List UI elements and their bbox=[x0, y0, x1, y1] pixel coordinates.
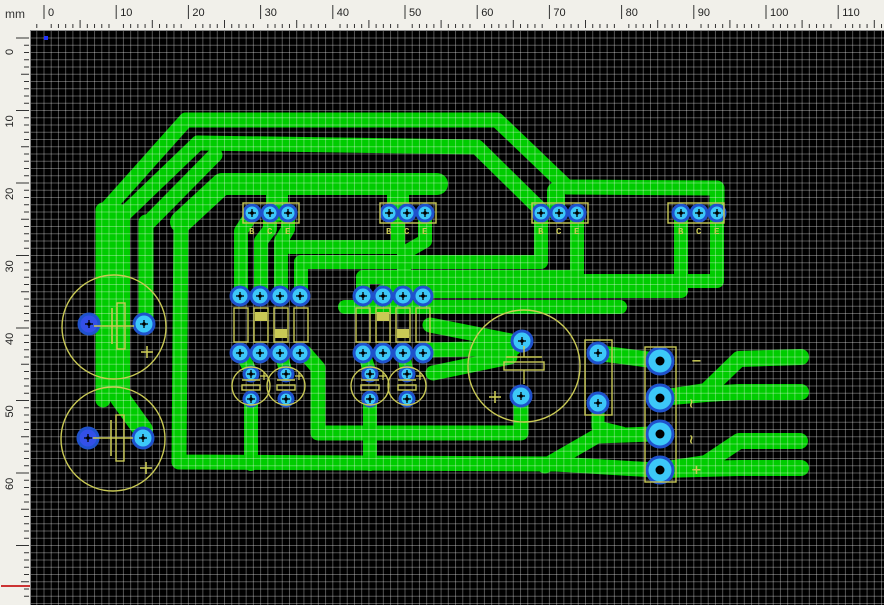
ruler-label: 20 bbox=[4, 188, 16, 200]
pad[interactable] bbox=[412, 285, 434, 307]
ruler-label: 10 bbox=[4, 115, 16, 127]
transistor-pin-label: B bbox=[249, 227, 255, 237]
pad[interactable] bbox=[132, 312, 156, 336]
pad[interactable] bbox=[509, 384, 533, 408]
transistor-pin-label: C bbox=[556, 227, 562, 237]
pad[interactable] bbox=[372, 342, 394, 364]
transistor-pin-label: B bbox=[678, 227, 684, 237]
pad[interactable] bbox=[372, 285, 394, 307]
transistor-pin-label: C bbox=[696, 227, 702, 237]
ruler-label: 10 bbox=[120, 7, 132, 19]
pad[interactable] bbox=[549, 203, 569, 223]
top-ruler: 0 10 20 30 40 50 60 70 80 90 100 110 bbox=[0, 0, 884, 31]
pad[interactable] bbox=[689, 203, 709, 223]
ruler-label: 60 bbox=[481, 7, 493, 19]
connector-pin-label: + bbox=[691, 463, 702, 478]
pad[interactable] bbox=[397, 203, 417, 223]
pad[interactable] bbox=[531, 203, 551, 223]
connector-pin-label: ~ bbox=[683, 434, 698, 445]
pad[interactable] bbox=[398, 365, 416, 383]
pcb-editor-window: mm B C E B C E B C E B C E − ~ ~ +0 10 20 30 40 50 60 70 80 90 10… bbox=[0, 0, 884, 605]
ruler-label: 50 bbox=[4, 405, 16, 417]
ruler-label: 90 bbox=[698, 7, 710, 19]
transistor-pin-label: C bbox=[267, 227, 273, 237]
ruler-label: 80 bbox=[626, 7, 638, 19]
resistor-band bbox=[255, 312, 267, 321]
ruler-label: 40 bbox=[337, 7, 349, 19]
pad[interactable] bbox=[289, 342, 311, 364]
ruler-label: 70 bbox=[553, 7, 565, 19]
pad[interactable] bbox=[242, 203, 262, 223]
transistor-pin-label: E bbox=[285, 227, 291, 237]
ruler-label: 30 bbox=[265, 7, 277, 19]
pad[interactable] bbox=[510, 329, 534, 353]
ruler-label: 0 bbox=[4, 49, 16, 55]
transistor-pin-label: E bbox=[714, 227, 720, 237]
ruler-label: 40 bbox=[4, 333, 16, 345]
pad[interactable] bbox=[586, 341, 610, 365]
pad[interactable] bbox=[392, 285, 414, 307]
pad[interactable] bbox=[269, 285, 291, 307]
pad[interactable] bbox=[260, 203, 280, 223]
left-ruler: 010203040506070 bbox=[0, 30, 31, 605]
pad[interactable] bbox=[567, 203, 587, 223]
resistor-band bbox=[377, 312, 389, 321]
pad[interactable] bbox=[242, 365, 260, 383]
pad[interactable] bbox=[707, 203, 727, 223]
origin-marker bbox=[44, 36, 48, 40]
ruler-label: 0 bbox=[48, 7, 54, 19]
pad[interactable] bbox=[392, 342, 414, 364]
transistor-pin-label: B bbox=[386, 227, 392, 237]
pad[interactable] bbox=[249, 342, 271, 364]
transistor-pin-label: B bbox=[538, 227, 544, 237]
ruler-label: 50 bbox=[409, 7, 421, 19]
trace[interactable] bbox=[652, 460, 809, 478]
connector-pin-label: − bbox=[691, 354, 702, 369]
ruler-label: 60 bbox=[4, 478, 16, 490]
pad[interactable] bbox=[269, 342, 291, 364]
pad[interactable] bbox=[379, 203, 399, 223]
ruler-label: 110 bbox=[842, 7, 860, 19]
ruler-label: 100 bbox=[770, 7, 788, 19]
pad[interactable] bbox=[229, 342, 251, 364]
ruler-label: 20 bbox=[192, 7, 204, 19]
pad[interactable] bbox=[352, 342, 374, 364]
pad[interactable] bbox=[229, 285, 251, 307]
connector-pin-label: ~ bbox=[683, 398, 698, 409]
transistor-pin-label: E bbox=[574, 227, 580, 237]
resistor-band bbox=[275, 329, 287, 338]
pad[interactable] bbox=[361, 365, 379, 383]
resistor-band bbox=[397, 329, 409, 338]
pad[interactable] bbox=[671, 203, 691, 223]
pad[interactable] bbox=[278, 203, 298, 223]
pad[interactable] bbox=[645, 383, 675, 413]
pad[interactable] bbox=[586, 391, 610, 415]
transistor-pin-label: E bbox=[422, 227, 428, 237]
pad[interactable] bbox=[289, 285, 311, 307]
pad[interactable] bbox=[77, 312, 101, 336]
pad[interactable] bbox=[645, 455, 675, 485]
pad[interactable] bbox=[352, 285, 374, 307]
ruler-unit-label: mm bbox=[5, 7, 25, 21]
pad[interactable] bbox=[131, 426, 155, 450]
pad[interactable] bbox=[415, 203, 435, 223]
pad[interactable] bbox=[645, 419, 675, 449]
transistor-pin-label: C bbox=[404, 227, 410, 237]
pad[interactable] bbox=[277, 365, 295, 383]
pad[interactable] bbox=[249, 285, 271, 307]
ruler-label: 30 bbox=[4, 260, 16, 272]
pcb-canvas[interactable]: B C E B C E B C E B C E−~~+0 10 20 30 40 50 60 70 80 90 100 11… bbox=[0, 0, 884, 605]
pad[interactable] bbox=[645, 346, 675, 376]
pad[interactable] bbox=[412, 342, 434, 364]
